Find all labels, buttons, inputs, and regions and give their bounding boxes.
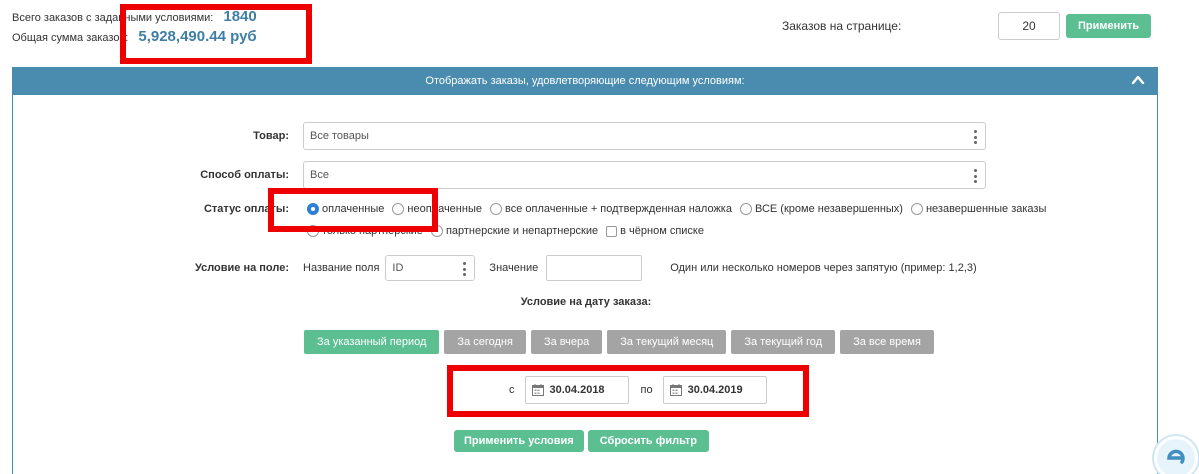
field-condition-row: Условие на поле: Название поля ID Значен… bbox=[13, 255, 977, 281]
chevron-up-icon[interactable] bbox=[1131, 73, 1145, 87]
period-button-yesterday[interactable]: За вчера bbox=[530, 330, 603, 354]
highlight-box-summary bbox=[120, 4, 312, 64]
field-name-select[interactable]: ID bbox=[385, 255, 476, 281]
payment-status-label: Статус оплаты: bbox=[203, 203, 289, 215]
filter-panel-header[interactable]: Отображать заказы, удовлетворяющие следу… bbox=[13, 67, 1157, 95]
date-condition-label: Условие на дату заказа: bbox=[520, 296, 652, 308]
filter-actions: Применить условия Сбросить фильтр bbox=[454, 430, 709, 452]
logo-e-icon bbox=[1167, 449, 1185, 464]
payment-select[interactable]: Все bbox=[303, 161, 986, 189]
per-page-label: Заказов на странице: bbox=[782, 19, 902, 33]
field-value-label: Значение bbox=[489, 262, 539, 274]
period-button-current-month[interactable]: За текущий месяц bbox=[607, 330, 727, 354]
product-select-value: Все товары bbox=[310, 130, 369, 142]
field-condition-label: Условие на поле: bbox=[194, 262, 289, 274]
payment-row: Способ оплаты: Все bbox=[13, 161, 986, 189]
payment-select-value: Все bbox=[310, 169, 329, 181]
status-option-paid-plus-cod[interactable]: все оплаченные + подтвержденная наложка bbox=[489, 198, 732, 220]
logo-icon[interactable] bbox=[1154, 436, 1198, 474]
period-buttons: За указанный период За сегодня За вчера … bbox=[304, 330, 939, 354]
kebab-menu-icon bbox=[462, 262, 466, 276]
per-page-apply-button[interactable]: Применить bbox=[1066, 14, 1152, 38]
status-option-all[interactable]: ВСЕ (кроме незавершенных) bbox=[739, 198, 903, 220]
per-page-input[interactable]: 20 bbox=[998, 12, 1060, 40]
reset-filter-button[interactable]: Сбросить фильтр bbox=[587, 430, 709, 452]
radio-button[interactable] bbox=[739, 203, 752, 215]
field-value-input[interactable] bbox=[546, 255, 643, 281]
period-button-custom[interactable]: За указанный период bbox=[304, 330, 440, 354]
status-option-partner-and-nonpartner[interactable]: партнерские и непартнерские bbox=[430, 220, 598, 242]
radio-button[interactable] bbox=[910, 203, 923, 215]
total-sum-label: Общая сумма заказов: bbox=[12, 32, 129, 44]
product-select[interactable]: Все товары bbox=[303, 122, 986, 150]
product-label: Товар: bbox=[253, 130, 289, 142]
highlight-box-status bbox=[268, 188, 438, 232]
field-condition-hint: Один или несколько номеров через запятую… bbox=[670, 262, 977, 274]
payment-label: Способ оплаты: bbox=[200, 169, 289, 181]
field-name-label: Название поля bbox=[303, 262, 380, 274]
blacklist-checkbox-item[interactable]: в чёрном списке bbox=[606, 220, 704, 242]
period-button-today[interactable]: За сегодня bbox=[444, 330, 526, 354]
kebab-menu-icon bbox=[973, 130, 977, 144]
apply-conditions-button[interactable]: Применить условия bbox=[454, 430, 584, 452]
blacklist-checkbox[interactable] bbox=[606, 225, 618, 237]
payment-status-row: Статус оплаты: оплаченные неоплаченные в… bbox=[13, 198, 1087, 242]
period-button-all-time[interactable]: За все время bbox=[840, 330, 934, 354]
radio-button[interactable] bbox=[489, 203, 502, 215]
product-row: Товар: Все товары bbox=[13, 122, 986, 150]
highlight-box-dates bbox=[447, 365, 809, 417]
field-name-select-value: ID bbox=[392, 262, 404, 274]
kebab-menu-icon bbox=[973, 169, 977, 183]
status-option-incomplete[interactable]: незавершенные заказы bbox=[910, 198, 1046, 220]
period-button-current-year[interactable]: За текущий год bbox=[731, 330, 836, 354]
filter-panel-title: Отображать заказы, удовлетворяющие следу… bbox=[425, 75, 745, 87]
per-page-control: Заказов на странице: 20 Применить bbox=[782, 12, 1152, 40]
